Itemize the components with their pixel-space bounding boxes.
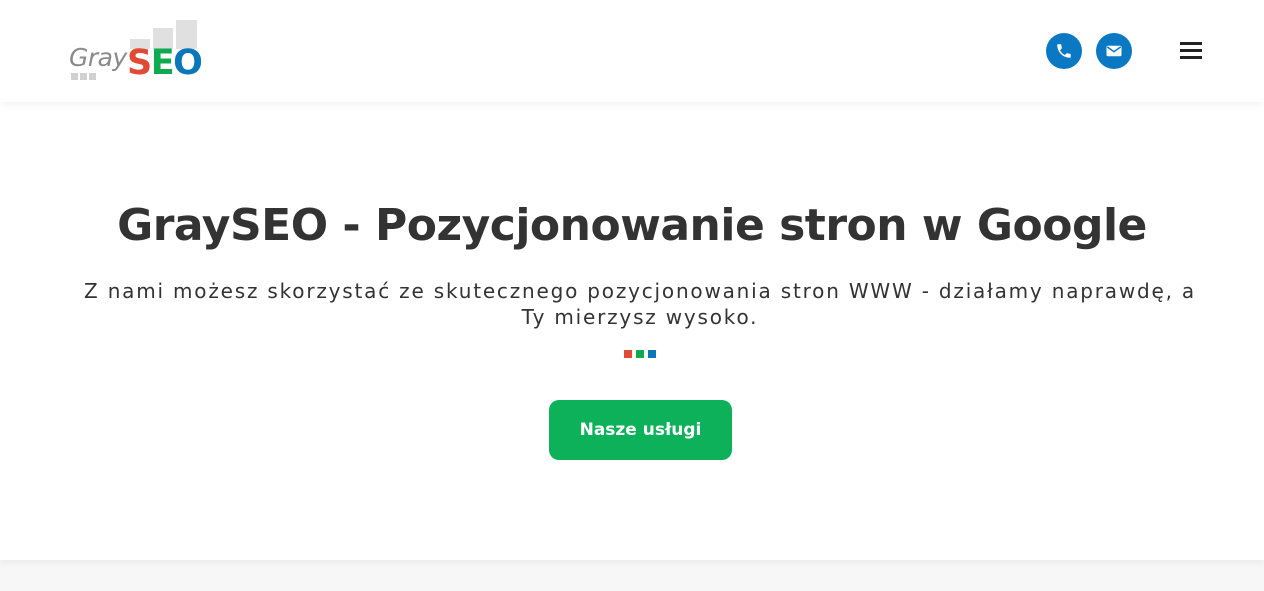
- logo-letter-o: O: [173, 43, 203, 83]
- color-dots-divider: [624, 350, 660, 358]
- logo-gray-text: Gray: [69, 43, 127, 72]
- our-services-button[interactable]: Nasze usługi: [549, 400, 732, 460]
- menu-bar-middle: [1180, 49, 1202, 52]
- hero-subtitle: Z nami możesz skorzystać ze skutecznego …: [84, 279, 1196, 329]
- site-header: Gray SEO: [0, 0, 1264, 102]
- phone-icon: [1057, 44, 1071, 58]
- logo-letter-e: E: [150, 43, 175, 83]
- logo-seo-text: SEO: [127, 43, 203, 83]
- green-dot: [636, 350, 644, 358]
- grayseo-logo[interactable]: Gray SEO: [68, 18, 204, 84]
- hero-title: GraySEO - Pozycjonowanie stron w Google: [117, 200, 1147, 251]
- logo-letter-s: S: [127, 43, 152, 83]
- envelope-icon: [1106, 45, 1122, 57]
- menu-bar-top: [1180, 42, 1202, 45]
- email-button[interactable]: [1096, 33, 1132, 69]
- hamburger-menu-button[interactable]: [1177, 38, 1205, 64]
- blue-dot: [648, 350, 656, 358]
- red-dot: [624, 350, 632, 358]
- phone-button[interactable]: [1046, 33, 1082, 69]
- menu-bar-bottom: [1180, 56, 1202, 59]
- hero-section: GraySEO - Pozycjonowanie stron w Google …: [0, 102, 1264, 560]
